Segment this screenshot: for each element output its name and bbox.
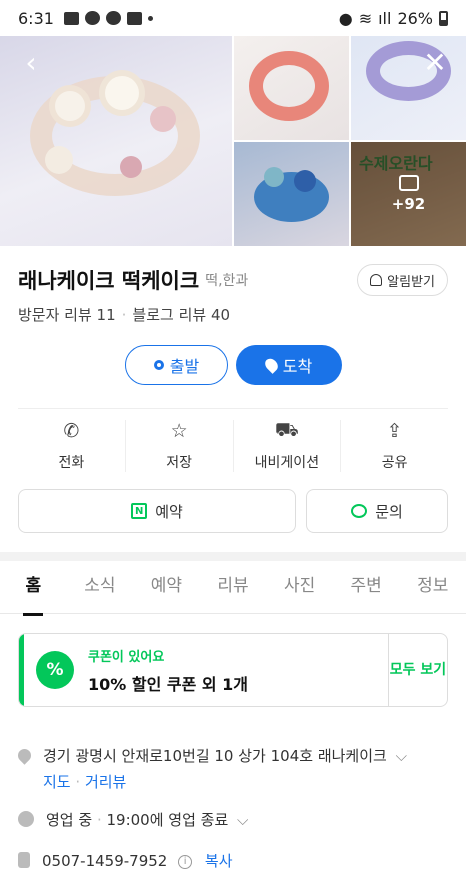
wifi-icon: ≋ (358, 8, 373, 28)
depart-button[interactable]: 출발 (125, 345, 228, 385)
photo-gallery: 수제오란다 +92 (0, 36, 466, 246)
chevron-left-icon: ‹ (25, 46, 37, 79)
arrive-button[interactable]: 도착 (236, 345, 342, 385)
more-notifications-icon (147, 15, 153, 21)
coupon-title: 10% 할인 쿠폰 외 1개 (88, 674, 249, 694)
booking-row: N 예약 문의 (18, 489, 448, 533)
gallery-photo-more[interactable]: 수제오란다 +92 (351, 142, 466, 246)
visitor-reviews-link[interactable]: 방문자 리뷰 11 (18, 304, 116, 325)
phone-icon (18, 852, 30, 868)
signal-icon: ıll (378, 8, 392, 28)
street-view-link[interactable]: 거리뷰 (85, 773, 126, 791)
coupon-body[interactable]: % 쿠폰이 있어요 10% 할인 쿠폰 외 1개 (24, 634, 389, 706)
info-icon[interactable]: i (178, 854, 193, 869)
inquiry-button[interactable]: 문의 (306, 489, 448, 533)
address-text: 경기 광명시 안재로10번길 10 상가 104호 래나케이크 (43, 747, 387, 765)
talk-notification-icon (84, 11, 100, 25)
hours-row[interactable]: 영업 중 · 19:00에 영업 종료 ⌵ (18, 809, 448, 830)
location-pin-icon (15, 746, 34, 765)
origin-icon (153, 360, 164, 370)
status-bar: 6:31 ● ≋ ıll 26% (0, 0, 466, 36)
tab-booking[interactable]: 예약 (133, 562, 200, 613)
gallery-photo-1[interactable] (234, 36, 349, 140)
open-status: 영업 중 (46, 811, 93, 829)
alarm-button[interactable]: 알림받기 (357, 264, 448, 296)
pin-icon (262, 356, 281, 374)
chevron-down-icon: ⌵ (237, 811, 249, 829)
tab-info[interactable]: 정보 (399, 562, 466, 613)
close-button[interactable]: ✕ (420, 48, 450, 78)
footsteps-icon (126, 11, 142, 25)
chat-bubble-icon (351, 504, 368, 518)
place-name: 래나케이크 떡케이크 (18, 269, 200, 293)
alarm-label: 알림받기 (387, 274, 435, 290)
closing-time: 19:00에 영업 종료 (106, 811, 229, 829)
address-row: 경기 광명시 안재로10번길 10 상가 104호 래나케이크 ⌵ 지도 · 거… (15, 745, 448, 792)
map-link[interactable]: 지도 (43, 773, 71, 791)
tab-bar: 홈 소식 예약 리뷰 사진 주변 정보 (0, 562, 466, 614)
action-bar: ✆ 전화 ☆ 저장 ⛟ 내비게이션 ⇪ 공유 (18, 418, 448, 472)
tab-photos[interactable]: 사진 (266, 562, 333, 613)
gallery-photo-3[interactable] (234, 142, 349, 246)
view-all-coupons-button[interactable]: 모두 보기 (389, 634, 447, 706)
close-icon: ✕ (423, 46, 447, 79)
tab-home[interactable]: 홈 (0, 562, 67, 613)
blog-reviews-link[interactable]: 블로그 리뷰 40 (132, 304, 230, 325)
coupon-card: % 쿠폰이 있어요 10% 할인 쿠폰 외 1개 모두 보기 (18, 633, 448, 707)
place-header: 래나케이크 떡케이크 떡,한과 알림받기 (18, 264, 448, 296)
route-buttons: 출발 도착 (125, 345, 342, 385)
call-action[interactable]: ✆ 전화 (18, 420, 126, 472)
navigation-action[interactable]: ⛟ 내비게이션 (234, 418, 342, 472)
save-action[interactable]: ☆ 저장 (126, 420, 234, 472)
coupon-kicker: 쿠폰이 있어요 (88, 649, 165, 665)
phone-row: 0507-1459-7952 i 복사 (18, 850, 448, 871)
share-icon: ⇪ (386, 420, 403, 442)
naver-booking-icon: N (131, 503, 148, 519)
star-icon: ☆ (170, 420, 188, 442)
chevron-down-icon[interactable]: ⌵ (396, 747, 407, 765)
tab-nearby[interactable]: 주변 (333, 562, 400, 613)
image-icon (398, 175, 419, 191)
battery-percent: 26% (397, 8, 433, 28)
tab-news[interactable]: 소식 (67, 562, 134, 613)
battery-icon (439, 10, 448, 26)
review-summary: 방문자 리뷰 11 · 블로그 리뷰 40 (18, 304, 231, 325)
back-button[interactable]: ‹ (16, 48, 46, 78)
gallery-notification-icon (63, 11, 79, 25)
percent-badge-icon: % (36, 651, 74, 689)
tab-reviews[interactable]: 리뷰 (200, 562, 267, 613)
place-category: 떡,한과 (205, 273, 249, 289)
more-photos-count: +92 (391, 195, 426, 213)
car-icon: ⛟ (274, 418, 299, 441)
status-time: 6:31 (18, 8, 54, 28)
phone-number[interactable]: 0507-1459-7952 (42, 852, 167, 870)
clock-icon (18, 811, 34, 827)
chat-notification-icon (105, 11, 121, 25)
reserve-button[interactable]: N 예약 (18, 489, 296, 533)
bell-icon (370, 274, 383, 286)
location-icon: ● (338, 8, 353, 28)
phone-icon: ✆ (63, 420, 80, 442)
copy-button[interactable]: 복사 (205, 852, 233, 870)
share-action[interactable]: ⇪ 공유 (341, 420, 448, 472)
